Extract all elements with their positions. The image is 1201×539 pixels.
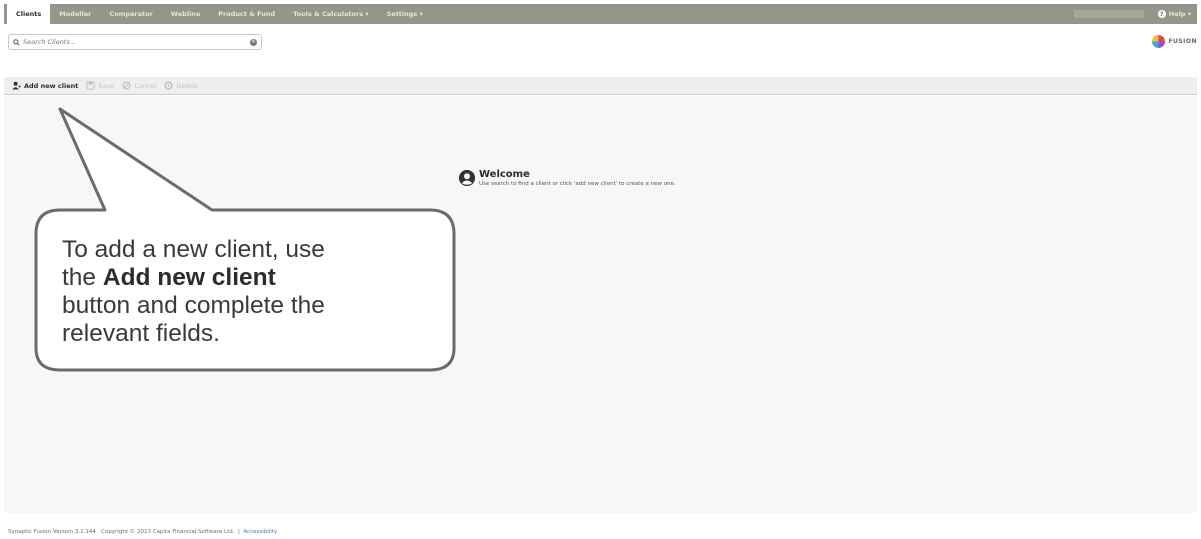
footer-version: Synaptic Fusion Version 3.1.144 bbox=[8, 529, 96, 535]
footer-separator: | bbox=[238, 529, 240, 535]
callout-line-2: the Add new client bbox=[62, 264, 442, 292]
callout-line-2-bold: Add new client bbox=[102, 264, 276, 291]
callout-text: To add a new client, use the Add new cli… bbox=[62, 236, 442, 359]
callout-line-1: To add a new client, use bbox=[62, 236, 325, 263]
callout-line-4: relevant fields. bbox=[62, 320, 220, 347]
callout-line-3: button and complete the bbox=[62, 292, 325, 319]
footer: Synaptic Fusion Version 3.1.144 Copyrigh… bbox=[8, 529, 277, 535]
callout-line-2-prefix: the bbox=[62, 264, 103, 291]
accessibility-link[interactable]: Accessibility bbox=[243, 529, 277, 535]
footer-copyright: Copyright © 2013 Capita Financial Softwa… bbox=[101, 529, 235, 535]
